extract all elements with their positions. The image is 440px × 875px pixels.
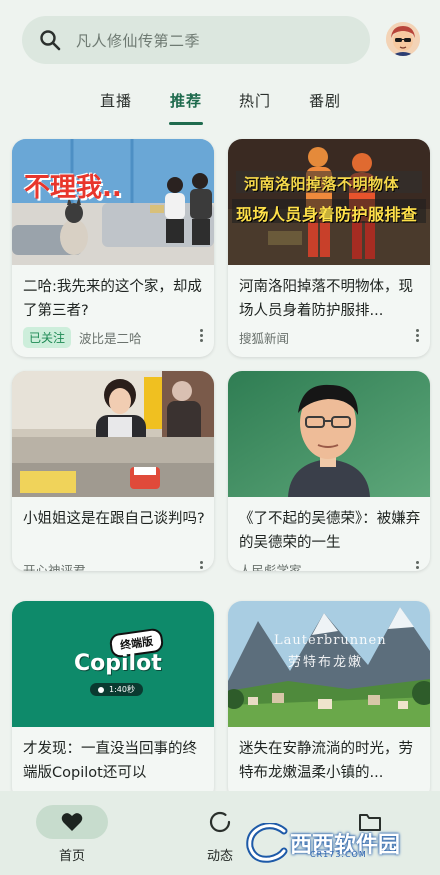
followed-badge: 已关注	[23, 326, 72, 348]
tab-hot[interactable]: 热门	[239, 90, 271, 111]
nav-home[interactable]: 首页	[32, 805, 112, 864]
thumbnail-duration: 1:40秒	[109, 685, 135, 694]
site-watermark: 西西软件园 CR173.COM	[244, 820, 434, 866]
video-thumbnail[interactable]: 不理我..	[12, 139, 214, 265]
category-tabs: 直播 推荐 热门 番剧	[0, 80, 440, 126]
video-card[interactable]: Lauterbrunnen 劳特布龙嫩 迷失在安静流淌的时光，劳特布龙嫩温柔小镇…	[228, 601, 430, 801]
tab-live[interactable]: 直播	[100, 90, 132, 111]
thumbnail-caption-line-1: Lauterbrunnen	[274, 633, 387, 648]
top-bar: 凡人修仙传第二季	[0, 0, 440, 80]
video-card[interactable]: 河南洛阳掉落不明物体 现场人员身着防护服排查 河南洛阳掉落不明物体，现场人员身着…	[228, 139, 430, 357]
video-thumbnail[interactable]: 河南洛阳掉落不明物体 现场人员身着防护服排查	[228, 139, 430, 265]
video-meta: 已关注 波比是二哈	[23, 326, 207, 348]
thumbnail-caption: 不理我..	[24, 173, 122, 203]
active-tab-indicator	[169, 122, 203, 125]
heart-icon	[61, 813, 83, 831]
watermark-subtext: CR173.COM	[310, 850, 367, 859]
more-options-icon[interactable]	[199, 329, 203, 343]
video-thumbnail[interactable]: 终端版 Copilot 1:40秒	[12, 601, 214, 727]
video-thumbnail[interactable]	[228, 371, 430, 497]
video-card[interactable]: 终端版 Copilot 1:40秒 才发现：一直没当回事的终端版Copilot还…	[12, 601, 214, 801]
tab-recommended[interactable]: 推荐	[170, 90, 202, 111]
video-thumbnail[interactable]	[12, 371, 214, 497]
tab-anime[interactable]: 番剧	[309, 90, 341, 111]
loading-ring-icon	[209, 811, 231, 833]
record-dot-icon	[98, 686, 104, 693]
video-card[interactable]: 《了不起的吴德荣》：被嫌弃的吴德荣的一生 人民彪学家	[228, 371, 430, 571]
more-options-icon[interactable]	[199, 561, 203, 571]
video-title[interactable]: 河南洛阳掉落不明物体，现场人员身着防护服排...	[239, 275, 423, 323]
nav-home-pill[interactable]	[36, 805, 108, 839]
video-title[interactable]: 迷失在安静流淌的时光，劳特布龙嫩温柔小镇的...	[239, 737, 423, 785]
video-source[interactable]: 开心神评君	[23, 560, 86, 572]
search-bar[interactable]: 凡人修仙传第二季	[22, 16, 370, 64]
thumbnail-title: Copilot	[74, 651, 162, 676]
search-icon	[40, 30, 61, 51]
video-title[interactable]: 《了不起的吴德荣》：被嫌弃的吴德荣的一生	[239, 507, 423, 555]
video-meta: 人民彪学家	[239, 559, 423, 571]
video-meta: 搜狐新闻	[239, 327, 423, 347]
avatar-image	[386, 22, 420, 56]
nav-home-label: 首页	[58, 849, 85, 864]
video-title[interactable]: 才发现：一直没当回事的终端版Copilot还可以	[23, 737, 207, 785]
video-meta: 开心神评君	[23, 559, 207, 571]
thumbnail-caption-line-2: 现场人员身着防护服排查	[236, 205, 418, 224]
video-title[interactable]: 二哈:我先来的这个家，却成了第三者?	[23, 275, 207, 323]
thumbnail-duration-chip: 1:40秒	[90, 683, 143, 696]
avatar[interactable]	[386, 22, 420, 56]
video-title[interactable]: 小姐姐这是在跟自己谈判吗?	[23, 507, 207, 531]
video-card[interactable]: 不理我.. 二哈:我先来的这个家，却成了第三者? 已关注 波比是二哈	[12, 139, 214, 357]
video-thumbnail[interactable]: Lauterbrunnen 劳特布龙嫩	[228, 601, 430, 727]
more-options-icon[interactable]	[415, 561, 419, 571]
watermark-logo-icon	[246, 823, 288, 863]
video-source[interactable]: 搜狐新闻	[239, 328, 289, 347]
video-source[interactable]: 人民彪学家	[239, 560, 302, 572]
search-placeholder: 凡人修仙传第二季	[76, 31, 201, 50]
video-source[interactable]: 波比是二哈	[79, 328, 142, 347]
thumbnail-caption-line-2: 劳特布龙嫩	[288, 655, 364, 670]
video-card[interactable]: 小姐姐这是在跟自己谈判吗? 开心神评君	[12, 371, 214, 571]
more-options-icon[interactable]	[415, 329, 419, 343]
thumbnail-caption-line-1: 河南洛阳掉落不明物体	[244, 175, 400, 193]
